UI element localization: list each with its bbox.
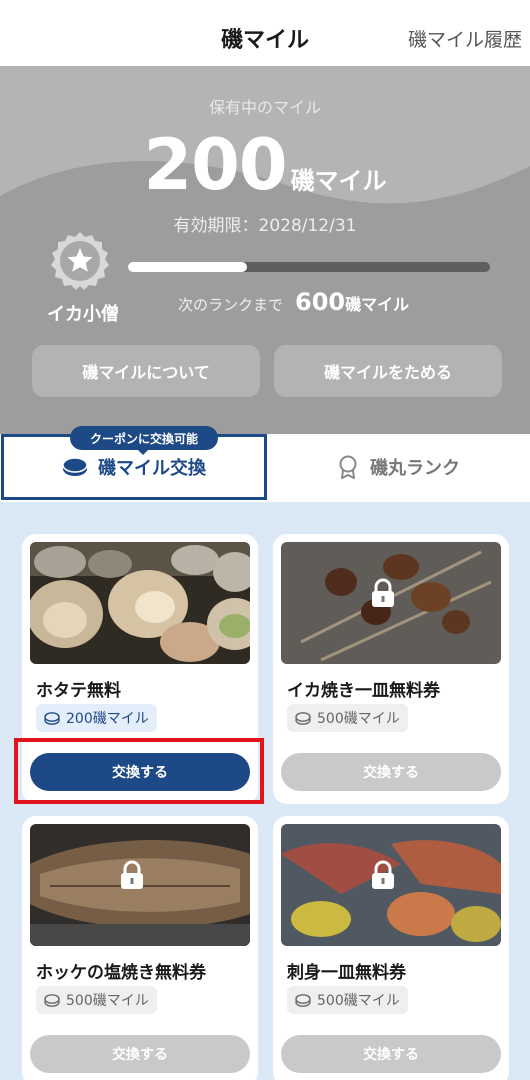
tab-rank-label: 磯丸ランク (370, 458, 460, 479)
exchange-button[interactable]: 交換する (281, 753, 501, 791)
coin-icon (295, 711, 311, 725)
ribbon-medal-icon (339, 455, 357, 479)
coin-icon (62, 457, 88, 476)
lock-icon (121, 860, 143, 889)
reward-name: ホッケの塩焼き無料券 (36, 963, 206, 983)
lock-icon (372, 578, 394, 607)
highlight-box (14, 738, 264, 804)
next-rank-unit: 磯マイル (345, 295, 410, 314)
coin-icon (295, 993, 311, 1007)
rank-progress-bar (128, 262, 490, 272)
held-miles-label: 保有中のマイル (208, 98, 321, 117)
app-header: 磯マイル 磯マイル履歴 (0, 0, 530, 66)
coin-icon (44, 711, 60, 725)
reward-cost: 500磯マイル (287, 704, 408, 732)
lock-icon (372, 860, 394, 889)
reward-cost-value: 500磯マイル (66, 993, 149, 1009)
tab-bar: クーポンに交換可能 磯マイル交換 磯丸ランク (0, 426, 530, 502)
coin-icon (44, 993, 60, 1007)
about-miles-button[interactable]: 磯マイルについて (32, 345, 260, 397)
exchange-button[interactable]: 交換する (281, 1035, 501, 1073)
reward-cost: 500磯マイル (36, 986, 157, 1014)
tab-mile-exchange[interactable]: クーポンに交換可能 磯マイル交換 (1, 426, 267, 500)
reward-name: 刺身一皿無料券 (287, 963, 406, 983)
tab-rank[interactable]: 磯丸ランク (270, 434, 528, 500)
exchange-button[interactable]: 交換する (30, 1035, 250, 1073)
mileage-panel: 保有中のマイル 200 磯マイル 有効期限：2028/12/31 イカ小僧 次のラ… (0, 66, 530, 434)
reward-card: ホッケの塩焼き無料券 500磯マイル 交換する (22, 816, 258, 1080)
tab-mile-exchange-label: 磯マイル交換 (98, 458, 206, 479)
reward-name: イカ焼き一皿無料券 (287, 681, 440, 701)
held-miles: 200 磯マイル (0, 124, 530, 206)
rank-progress-fill (128, 262, 248, 272)
reward-cost-value: 200磯マイル (66, 711, 149, 727)
held-miles-unit: 磯マイル (290, 167, 387, 195)
reward-cost: 500磯マイル (287, 986, 408, 1014)
next-rank-amount: 600 (295, 288, 346, 316)
reward-card: 刺身一皿無料券 500磯マイル 交換する (273, 816, 509, 1080)
star-badge-icon (51, 232, 109, 290)
scallops-photo (30, 542, 250, 664)
reward-card: イカ焼き一皿無料券 500磯マイル 交換する (273, 534, 509, 804)
next-rank-info: 次のランクまで 600磯マイル (178, 288, 409, 316)
reward-cost: 200磯マイル (36, 704, 157, 732)
mileage-history-link[interactable]: 磯マイル履歴 (408, 25, 522, 52)
coupon-available-badge: クーポンに交換可能 (70, 426, 218, 455)
current-rank-name: イカ小僧 (47, 304, 119, 325)
earn-miles-button[interactable]: 磯マイルをためる (274, 345, 502, 397)
reward-cost-value: 500磯マイル (317, 993, 400, 1009)
held-miles-amount: 200 (143, 124, 287, 206)
reward-name: ホタテ無料 (36, 681, 121, 701)
reward-cost-value: 500磯マイル (317, 711, 400, 727)
next-rank-label: 次のランクまで (178, 296, 284, 314)
